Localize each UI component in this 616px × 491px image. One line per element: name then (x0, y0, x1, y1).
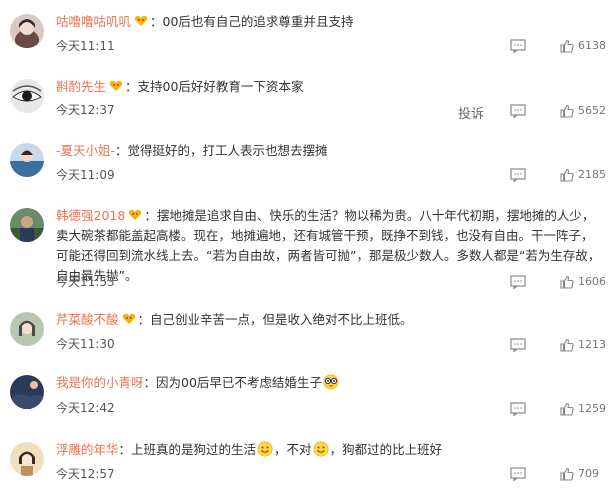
comment-text: 支持00后好好教育一下资本家 (137, 79, 304, 94)
like-count: 5652 (578, 104, 606, 117)
avatar[interactable] (10, 208, 44, 242)
comment-body: 韩德强2018 ：摆地摊是追求自由、快乐的生活？物以稀为贵。八十年代初期，摆地摊的… (56, 208, 601, 283)
comment-reply-icon[interactable] (510, 104, 526, 118)
username-link[interactable]: 芹菜酸不酸 (56, 312, 119, 327)
avatar[interactable] (10, 442, 44, 476)
smile-emoji-icon (313, 441, 329, 457)
comment-text: 上班真的是狗过的生活 (131, 442, 257, 457)
comment-text: ，狗都过的比上班好 (329, 442, 443, 457)
avatar[interactable] (10, 312, 44, 346)
thumbs-up-icon[interactable] (560, 402, 574, 416)
username-link[interactable]: 浮雕的年华 (56, 442, 119, 457)
like-count: 1259 (578, 402, 606, 415)
comment-body: 芹菜酸不酸 ：自己创业辛苦一点，但是收入绝对不比上班低。 (56, 312, 413, 327)
comment-text: 00后也有自己的追求尊重并且支持 (162, 14, 354, 29)
thumbs-up-icon[interactable] (560, 467, 574, 481)
comment-body: 斟酌先生 ：支持00后好好教育一下资本家 (56, 79, 304, 94)
comment-time: 今天12:42 (56, 401, 115, 415)
comment-reply-icon[interactable] (510, 168, 526, 182)
username-link[interactable]: -夏天小姐- (56, 143, 115, 158)
like-count: 6138 (578, 39, 606, 52)
comment-time: 今天11:30 (56, 337, 115, 351)
comment-time: 今天11:09 (56, 168, 115, 182)
fan-badge-icon (109, 80, 123, 91)
username-link[interactable]: 咕噜噜咕叽叽 (56, 14, 131, 29)
comment-time: 今天12:37 (56, 103, 115, 117)
like-count: 1606 (578, 275, 606, 288)
fan-badge-icon (129, 209, 142, 220)
like-count: 2185 (578, 168, 606, 181)
comment-text: 觉得挺好的，打工人表示也想去摆摊 (127, 143, 328, 158)
username-link[interactable]: 斟酌先生 (56, 79, 106, 94)
smile-emoji-icon (257, 441, 273, 457)
comment-time: 今天11:11 (56, 39, 115, 53)
comment-text: 因为00后早已不考虑结婚生子 (156, 375, 322, 390)
thumbs-up-icon[interactable] (560, 338, 574, 352)
comment-text: ，不对 (274, 442, 312, 457)
thumbs-up-icon[interactable] (560, 104, 574, 118)
comment-body: 我是你的小青呀：因为00后早已不考虑结婚生子 (56, 373, 602, 393)
thumbs-up-icon[interactable] (560, 168, 574, 182)
fan-badge-icon (122, 313, 135, 324)
comment-body: 咕噜噜咕叽叽 ：00后也有自己的追求尊重并且支持 (56, 14, 354, 29)
comment-reply-icon[interactable] (510, 275, 526, 289)
like-count: 1213 (578, 338, 606, 351)
comment-reply-icon[interactable] (510, 338, 526, 352)
username-link[interactable]: 我是你的小青呀 (56, 375, 144, 390)
comment-reply-icon[interactable] (510, 39, 526, 53)
report-button[interactable]: 投诉 (458, 103, 484, 122)
nerd-glasses-emoji-icon (323, 374, 339, 390)
comment-reply-icon[interactable] (510, 402, 526, 416)
avatar[interactable] (10, 143, 44, 177)
comment-time: 今天12:57 (56, 467, 115, 481)
comment-text: 自己创业辛苦一点，但是收入绝对不比上班低。 (150, 312, 413, 327)
comment-time: 今天11:53 (56, 275, 115, 289)
thumbs-up-icon[interactable] (560, 275, 574, 289)
avatar[interactable] (10, 375, 44, 409)
fan-badge-icon (134, 15, 148, 26)
like-count: 709 (578, 467, 599, 480)
comment-body: 浮雕的年华：上班真的是狗过的生活 ，不对 ，狗都过的比上班好 (56, 441, 443, 457)
username-link[interactable]: 韩德强2018 (56, 208, 125, 223)
avatar[interactable] (10, 14, 44, 48)
comment-reply-icon[interactable] (510, 467, 526, 481)
avatar[interactable] (10, 79, 44, 113)
thumbs-up-icon[interactable] (560, 39, 574, 53)
comment-body: -夏天小姐-：觉得挺好的，打工人表示也想去摆摊 (56, 143, 328, 158)
